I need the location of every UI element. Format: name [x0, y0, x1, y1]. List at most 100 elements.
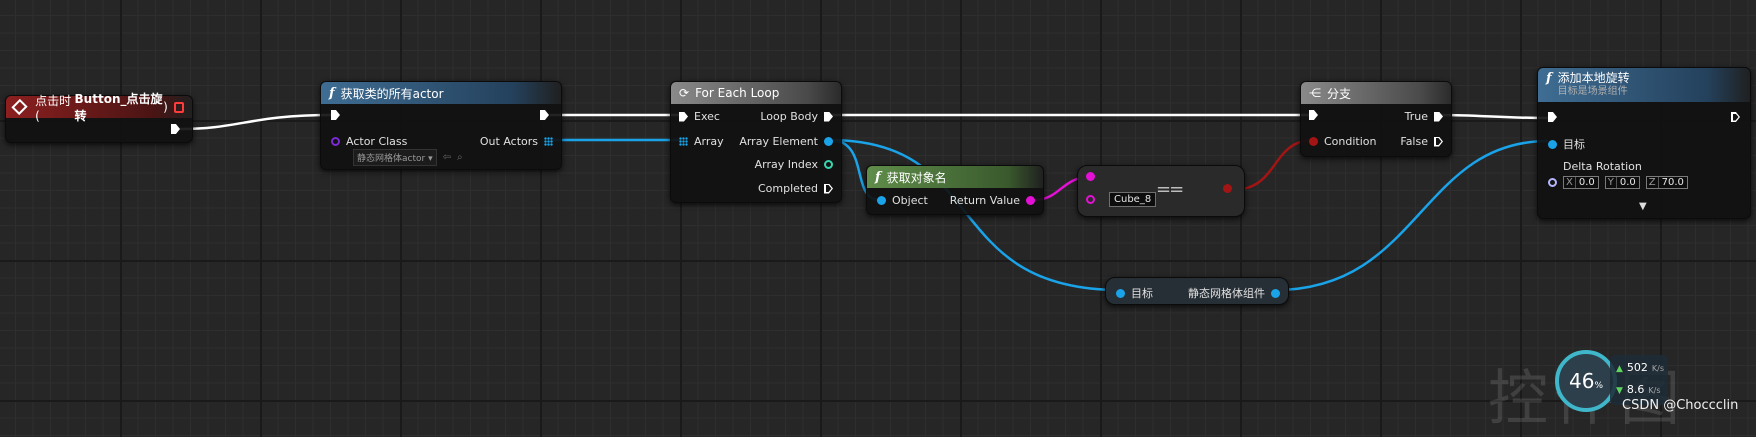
gauge-unit: %: [1594, 381, 1603, 391]
out-actors-label: Out Actors: [479, 135, 538, 148]
condition-label: Condition: [1324, 135, 1377, 148]
function-icon: f: [875, 169, 881, 185]
rotation-target-label: 目标: [1563, 138, 1585, 151]
for-each-header[interactable]: ⟳ For Each Loop: [671, 82, 841, 104]
rotation-x-field[interactable]: X 0.0: [1563, 176, 1599, 189]
add-local-rotation-node[interactable]: f 添加本地旋转 目标是场景组件 目标 Delta Rotation X 0.0 …: [1537, 67, 1751, 219]
delta-rotation-label: Delta Rotation: [1563, 160, 1642, 173]
add-rotation-header[interactable]: f 添加本地旋转 目标是场景组件: [1538, 68, 1750, 102]
element-to-component-wire: [829, 138, 1121, 292]
condition-pin[interactable]: [1309, 137, 1318, 146]
browse-back-icon[interactable]: ⇦: [443, 152, 451, 163]
false-pin[interactable]: [1434, 136, 1443, 147]
search-icon[interactable]: ⌕: [457, 152, 463, 163]
equal-b-input[interactable]: Cube_8: [1109, 192, 1157, 207]
rotation-z-field[interactable]: Z 70.0: [1645, 176, 1688, 189]
exec-wire-branch-rotation: [1439, 113, 1549, 120]
upload-unit: K/s: [1651, 364, 1665, 373]
equal-result-pin[interactable]: [1223, 184, 1232, 193]
event-title-prefix: 点击时 (: [35, 93, 72, 123]
for-each-loop-node[interactable]: ⟳ For Each Loop Exec Loop Body Array Arr…: [670, 81, 842, 203]
event-exec-out-pin[interactable]: [171, 124, 180, 134]
event-icon: [11, 98, 28, 116]
gauge-value: 46: [1568, 369, 1595, 393]
get-all-actors-title: 获取类的所有actor: [340, 86, 444, 101]
expand-arrow-icon[interactable]: ▼: [1639, 201, 1647, 212]
false-label: False: [1400, 135, 1428, 148]
return-value-pin[interactable]: [1026, 196, 1035, 205]
function-icon: f: [1546, 71, 1552, 86]
actor-class-combo[interactable]: 静态网格体actor ▾: [353, 149, 437, 166]
object-pin[interactable]: [877, 196, 886, 205]
get-all-actors-header[interactable]: f 获取类的所有actor: [321, 82, 561, 104]
branch-title: 分支: [1327, 86, 1352, 101]
get-all-exec-out-pin[interactable]: [540, 110, 549, 120]
exec-wire-event-getall: [179, 113, 333, 131]
get-static-mesh-component-node[interactable]: 目标 静态网格体组件: [1105, 277, 1289, 305]
z-axis-label: Z: [1647, 177, 1659, 188]
get-all-actors-node[interactable]: f 获取类的所有actor Actor Class 静态网格体actor ▾ ⇦…: [320, 81, 562, 170]
array-element-pin[interactable]: [824, 137, 833, 146]
true-label: True: [1404, 110, 1428, 123]
event-node-header[interactable]: 点击时 (Button_点击旋转): [6, 92, 192, 123]
return-value-label: Return Value: [949, 194, 1020, 207]
x-axis-label: X: [1564, 177, 1576, 188]
delegate-icon[interactable]: [173, 101, 184, 113]
branch-node[interactable]: ⋲ 分支 True Condition False: [1300, 81, 1452, 157]
actor-class-value: 静态网格体actor: [357, 154, 426, 164]
equal-b-pin[interactable]: [1086, 195, 1095, 204]
loop-icon: ⟳: [679, 86, 690, 100]
upload-value: 502: [1626, 361, 1648, 374]
object-label: Object: [892, 194, 928, 207]
out-actors-array-pin[interactable]: [544, 137, 553, 146]
completed-pin[interactable]: [824, 183, 833, 194]
event-title-suffix: ): [163, 100, 168, 114]
get-object-name-node[interactable]: f 获取对象名 Object Return Value: [866, 165, 1044, 215]
cpu-gauge: 46%: [1555, 350, 1617, 412]
function-icon: f: [329, 85, 335, 101]
branch-exec-in-pin[interactable]: [1309, 110, 1318, 120]
component-target-label: 目标: [1131, 287, 1153, 300]
download-arrow-icon: ▼: [1616, 386, 1623, 396]
credit-text: CSDN @Choccclin: [1622, 398, 1739, 413]
array-label: Array: [694, 135, 724, 148]
true-pin[interactable]: [1434, 111, 1443, 122]
z-value: 70.0: [1661, 177, 1684, 188]
actor-class-label: Actor Class: [346, 135, 408, 148]
event-node[interactable]: 点击时 (Button_点击旋转): [5, 92, 193, 143]
component-output-label: 静态网格体组件: [1188, 287, 1265, 300]
branch-header[interactable]: ⋲ 分支: [1301, 82, 1451, 104]
upload-arrow-icon: ▲: [1616, 364, 1623, 374]
y-value: 0.0: [1619, 177, 1636, 188]
equal-node[interactable]: Cube_8 ==: [1077, 165, 1245, 217]
get-object-name-header[interactable]: f 获取对象名: [867, 166, 1043, 188]
component-output-pin[interactable]: [1271, 288, 1280, 298]
download-value: 8.6: [1626, 383, 1645, 396]
branch-icon: ⋲: [1309, 86, 1321, 100]
rotation-y-field[interactable]: Y 0.0: [1604, 176, 1640, 189]
equal-a-pin[interactable]: [1086, 172, 1095, 181]
for-each-exec-in-pin[interactable]: [679, 111, 688, 122]
x-value: 0.0: [1578, 177, 1595, 188]
rotation-exec-in-pin[interactable]: [1548, 112, 1557, 122]
array-index-pin[interactable]: [824, 160, 833, 169]
get-object-name-title: 获取对象名: [886, 170, 947, 185]
array-element-label: Array Element: [739, 135, 818, 148]
array-index-label: Array Index: [754, 158, 818, 171]
actor-class-pin[interactable]: [331, 137, 340, 146]
delta-rotation-pin-dot[interactable]: [1548, 178, 1557, 187]
array-in-pin[interactable]: [679, 137, 688, 146]
completed-label: Completed: [758, 182, 818, 195]
get-all-exec-in-pin[interactable]: [331, 110, 340, 120]
y-axis-label: Y: [1606, 177, 1617, 188]
rotation-exec-out-pin[interactable]: [1731, 112, 1740, 122]
event-title-bold: Button_点击旋转: [74, 92, 163, 123]
exec-label: Exec: [694, 110, 720, 123]
rotation-target-pin[interactable]: [1548, 139, 1557, 149]
component-target-pin[interactable]: [1116, 288, 1125, 298]
for-each-title: For Each Loop: [695, 86, 780, 100]
loop-body-pin[interactable]: [824, 111, 833, 122]
loop-body-label: Loop Body: [760, 110, 818, 123]
equal-symbol: ==: [1156, 179, 1184, 200]
add-rotation-subtitle: 目标是场景组件: [1557, 86, 1628, 97]
